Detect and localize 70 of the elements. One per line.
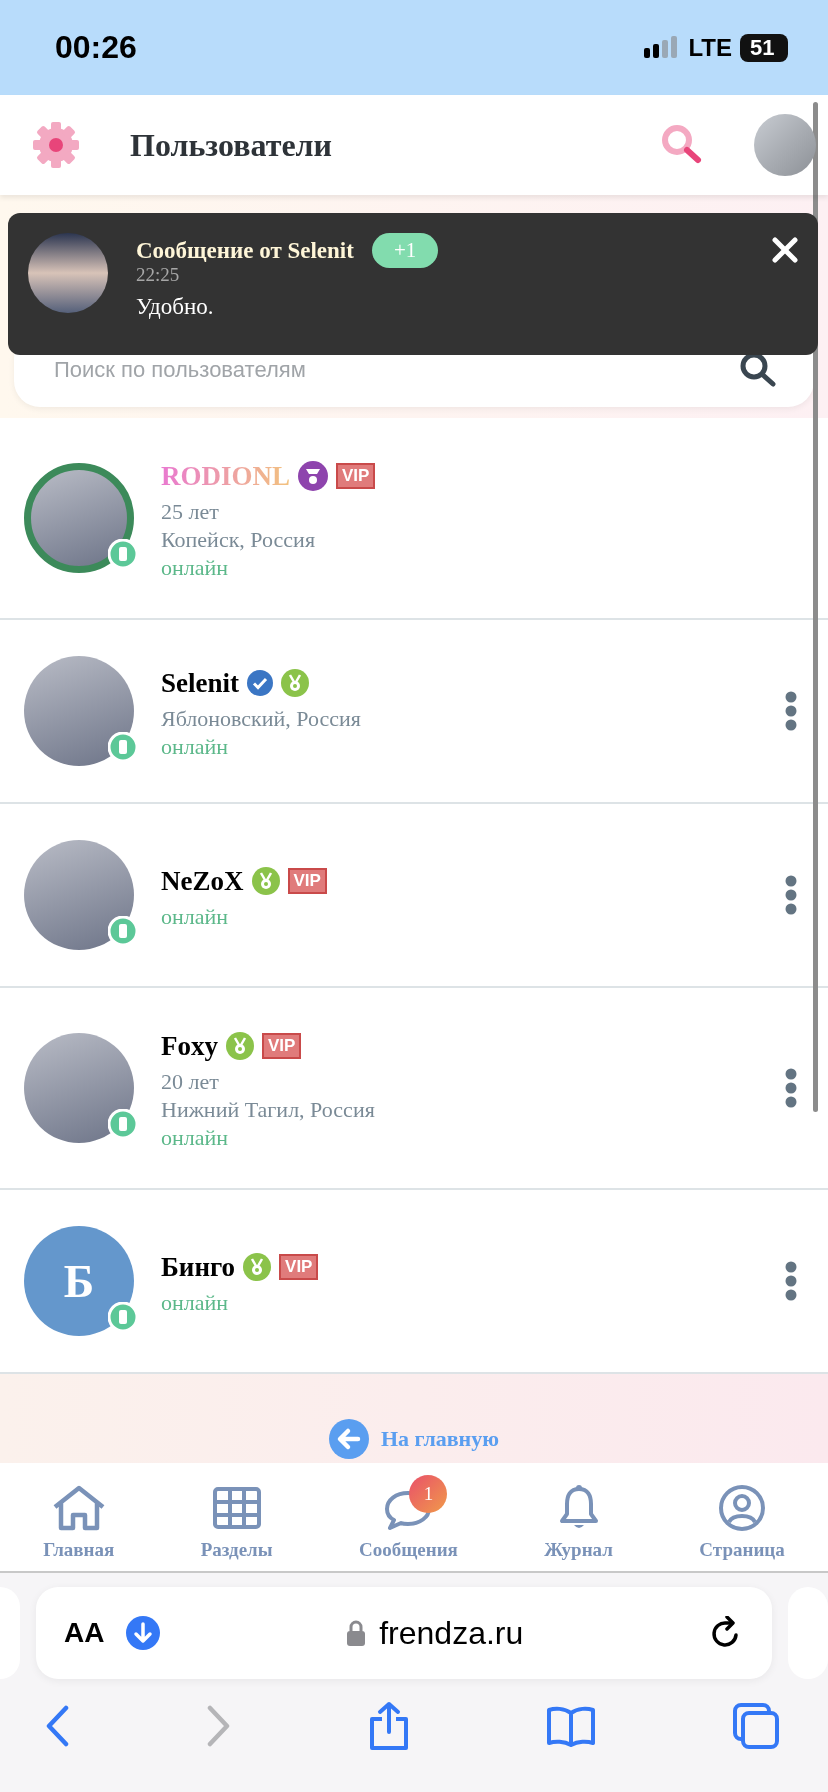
more-icon[interactable]	[784, 1068, 798, 1108]
online-status: онлайн	[161, 903, 230, 931]
nav-label: Журнал	[544, 1539, 613, 1561]
scrollbar[interactable]	[813, 102, 818, 1112]
user-location: Яблоновский, Россия	[161, 705, 362, 733]
user-location: Копейск, Россия	[161, 526, 316, 554]
medal-icon	[243, 1253, 272, 1281]
mobile-online-icon	[108, 732, 138, 762]
user-age: 25 лет	[161, 498, 220, 526]
text-size-button[interactable]: AA	[64, 1617, 105, 1649]
tabs-icon[interactable]	[732, 1702, 780, 1750]
count-badge: +1	[371, 233, 439, 268]
more-icon[interactable]	[784, 1261, 798, 1301]
online-status: онлайн	[161, 733, 230, 761]
notification-text: Удобно.	[136, 294, 215, 320]
nav-tab[interactable]: Журнал	[544, 1473, 613, 1561]
notification-title: Сообщение от Selenit	[136, 237, 354, 264]
address-bar[interactable]: AA frendza.ru	[36, 1587, 772, 1679]
message-toast[interactable]: Сообщение от Selenit +1 22:25 Удобно.	[8, 213, 818, 355]
medal-icon	[226, 1032, 254, 1060]
share-icon[interactable]	[368, 1701, 410, 1751]
status-time: 00:26	[55, 29, 137, 66]
mobile-online-icon	[108, 539, 138, 569]
home-link-label[interactable]: На главную	[380, 1426, 500, 1452]
user-age: 20 лет	[161, 1068, 220, 1096]
vip-badge: VIP	[262, 1033, 302, 1059]
network-label: LTE	[688, 33, 732, 62]
user-name[interactable]: Foxy	[161, 1030, 218, 1062]
mobile-online-icon	[108, 1302, 138, 1332]
user-name[interactable]: Selenit	[161, 667, 239, 699]
mobile-online-icon	[108, 916, 138, 946]
url-text: frendza.ru	[379, 1614, 524, 1652]
close-icon[interactable]	[772, 237, 798, 263]
more-icon[interactable]	[784, 875, 798, 915]
nav-tab[interactable]: Разделы	[200, 1473, 273, 1561]
bookmarks-icon[interactable]	[546, 1705, 596, 1747]
notification-time: 22:25	[136, 264, 181, 286]
download-icon[interactable]	[126, 1616, 161, 1650]
online-status: онлайн	[161, 554, 230, 582]
settings-icon[interactable]	[32, 121, 80, 169]
user-icon	[718, 1484, 767, 1532]
vip-badge: VIP	[287, 868, 327, 894]
nav-tab[interactable]: 1 Сообщения	[359, 1473, 458, 1561]
grid-icon	[211, 1486, 262, 1530]
nav-label: Страница	[699, 1539, 785, 1561]
nav-label: Сообщения	[359, 1539, 458, 1561]
online-status: онлайн	[161, 1124, 230, 1152]
medal-icon	[281, 669, 309, 697]
medal-icon	[251, 867, 280, 895]
medal-icon	[298, 461, 328, 491]
more-icon[interactable]	[784, 691, 798, 731]
user-name[interactable]: Бинго	[161, 1251, 236, 1283]
notification-badge: 1	[409, 1475, 448, 1513]
mobile-online-icon	[108, 1109, 138, 1139]
verified-icon	[247, 670, 273, 696]
nav-tab[interactable]: Страница	[699, 1473, 785, 1561]
avatar-letter[interactable]: Б	[24, 1226, 134, 1336]
page-title: Пользователи	[130, 126, 333, 164]
nav-label: Главная	[43, 1539, 115, 1561]
user-name[interactable]: NeZoX	[161, 865, 244, 897]
user-location: Нижний Тагил, Россия	[161, 1096, 376, 1124]
vip-badge: VIP	[336, 463, 376, 489]
nav-tab[interactable]: Главная	[43, 1473, 115, 1561]
nav-label: Разделы	[200, 1539, 273, 1561]
lock-icon	[347, 1620, 366, 1646]
vip-badge: VIP	[279, 1254, 319, 1280]
online-status: онлайн	[161, 1289, 230, 1317]
back-icon[interactable]	[44, 1705, 70, 1747]
battery-indicator: 51	[740, 33, 788, 62]
home-link[interactable]: На главную	[328, 1419, 500, 1459]
